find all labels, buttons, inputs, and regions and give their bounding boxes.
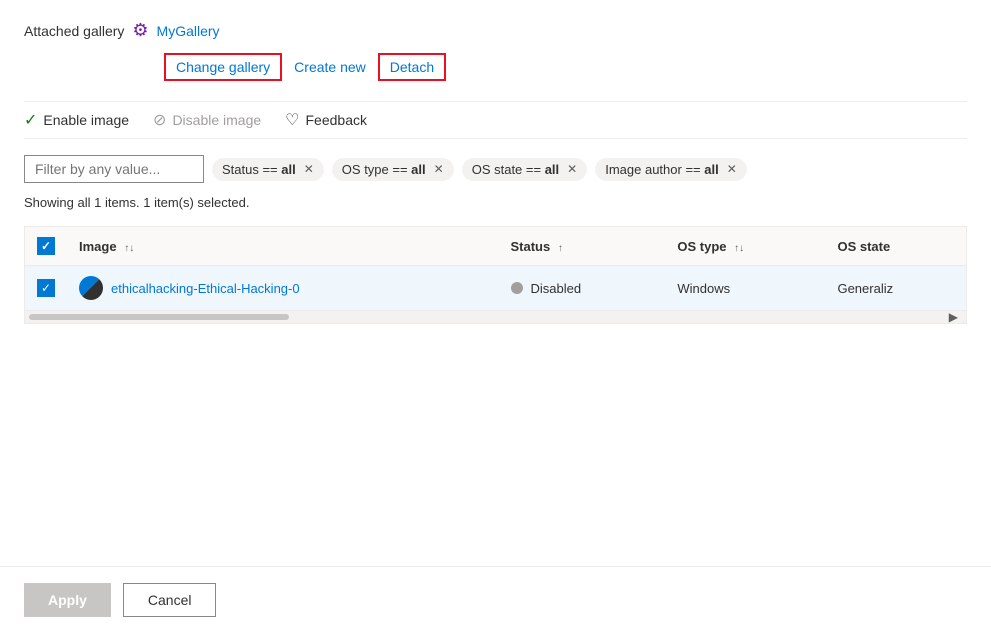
image-thumbnail-icon — [79, 276, 103, 300]
disable-image-label: Disable image — [172, 112, 261, 128]
row-os-state-cell: Generaliz — [825, 266, 966, 311]
header-os-type: OS type ↑↓ — [665, 227, 825, 266]
feedback-button[interactable]: ♡ Feedback — [285, 110, 367, 130]
os-type-chip-close[interactable]: ✕ — [434, 162, 444, 176]
status-filter-chip: Status == all ✕ — [212, 158, 324, 181]
header-image: Image ↑↓ — [67, 227, 499, 266]
status-cell-content: Disabled — [511, 281, 654, 296]
image-author-filter-chip: Image author == all ✕ — [595, 158, 747, 181]
table-header-row: ✓ Image ↑↓ Status ↑ OS type ↑↓ — [25, 227, 966, 266]
os-type-filter-chip: OS type == all ✕ — [332, 158, 454, 181]
status-value: Disabled — [531, 281, 582, 296]
status-text: Showing all 1 items. 1 item(s) selected. — [24, 195, 967, 210]
status-sort-icon[interactable]: ↑ — [558, 243, 563, 254]
enable-image-label: Enable image — [43, 112, 129, 128]
os-type-chip-label: OS type == all — [342, 162, 426, 177]
checkmark-icon: ✓ — [24, 110, 37, 130]
os-state-filter-chip: OS state == all ✕ — [462, 158, 588, 181]
feedback-label: Feedback — [306, 112, 367, 128]
toolbar: ✓ Enable image ⊘ Disable image ♡ Feedbac… — [24, 101, 967, 139]
status-chip-label: Status == all — [222, 162, 296, 177]
os-type-sort-icon[interactable]: ↑↓ — [734, 243, 744, 254]
image-cell-content: ethicalhacking-Ethical-Hacking-0 — [79, 276, 487, 300]
image-author-chip-close[interactable]: ✕ — [727, 162, 737, 176]
image-author-chip-label: Image author == all — [605, 162, 718, 177]
attached-gallery-section: Attached gallery ⚙ MyGallery — [24, 20, 967, 41]
os-state-value: Generaliz — [837, 281, 893, 296]
filter-input[interactable] — [24, 155, 204, 183]
enable-image-button[interactable]: ✓ Enable image — [24, 110, 129, 130]
images-table: ✓ Image ↑↓ Status ↑ OS type ↑↓ — [25, 227, 966, 311]
image-sort-icon[interactable]: ↑↓ — [124, 243, 134, 254]
disable-image-button[interactable]: ⊘ Disable image — [153, 110, 261, 130]
header-checkbox-cell[interactable]: ✓ — [25, 227, 67, 266]
images-table-wrapper: ✓ Image ↑↓ Status ↑ OS type ↑↓ — [24, 226, 967, 324]
status-dot-icon — [511, 282, 523, 294]
change-gallery-button[interactable]: Change gallery — [164, 53, 282, 81]
header-status-label: Status — [511, 239, 551, 254]
image-name-link[interactable]: ethicalhacking-Ethical-Hacking-0 — [111, 281, 300, 296]
table-row: ✓ ethicalhacking-Ethical-Hacking-0 Disab… — [25, 266, 966, 311]
heart-icon: ♡ — [285, 110, 299, 130]
cancel-button[interactable]: Cancel — [123, 583, 217, 617]
os-state-chip-label: OS state == all — [472, 162, 559, 177]
row-image-cell: ethicalhacking-Ethical-Hacking-0 — [67, 266, 499, 311]
header-os-state-label: OS state — [837, 239, 890, 254]
scroll-right-arrow[interactable]: ▶ — [949, 310, 958, 324]
os-type-value: Windows — [677, 281, 730, 296]
selected-count-text: 1 item(s) selected. — [143, 195, 249, 210]
detach-button[interactable]: Detach — [378, 53, 446, 81]
bottom-action-bar: Apply Cancel — [0, 566, 991, 633]
os-state-chip-close[interactable]: ✕ — [567, 162, 577, 176]
gallery-name: MyGallery — [157, 23, 220, 39]
create-new-button[interactable]: Create new — [282, 53, 378, 81]
header-os-state: OS state — [825, 227, 966, 266]
action-buttons-row: Change gallery Create new Detach — [164, 53, 967, 81]
row-checkbox[interactable]: ✓ — [37, 279, 55, 297]
select-all-checkbox[interactable]: ✓ — [37, 237, 55, 255]
row-status-cell: Disabled — [499, 266, 666, 311]
disable-icon: ⊘ — [153, 110, 166, 130]
header-os-type-label: OS type — [677, 239, 726, 254]
filter-row: Status == all ✕ OS type == all ✕ OS stat… — [24, 155, 967, 183]
status-chip-close[interactable]: ✕ — [304, 162, 314, 176]
gallery-settings-icon: ⚙ — [132, 20, 148, 41]
attached-gallery-label: Attached gallery — [24, 23, 124, 39]
header-image-label: Image — [79, 239, 117, 254]
apply-button[interactable]: Apply — [24, 583, 111, 617]
row-checkbox-cell[interactable]: ✓ — [25, 266, 67, 311]
row-os-type-cell: Windows — [665, 266, 825, 311]
header-status: Status ↑ — [499, 227, 666, 266]
items-count-text: Showing all 1 items. — [24, 195, 140, 210]
horizontal-scrollbar-thumb[interactable] — [29, 314, 289, 320]
